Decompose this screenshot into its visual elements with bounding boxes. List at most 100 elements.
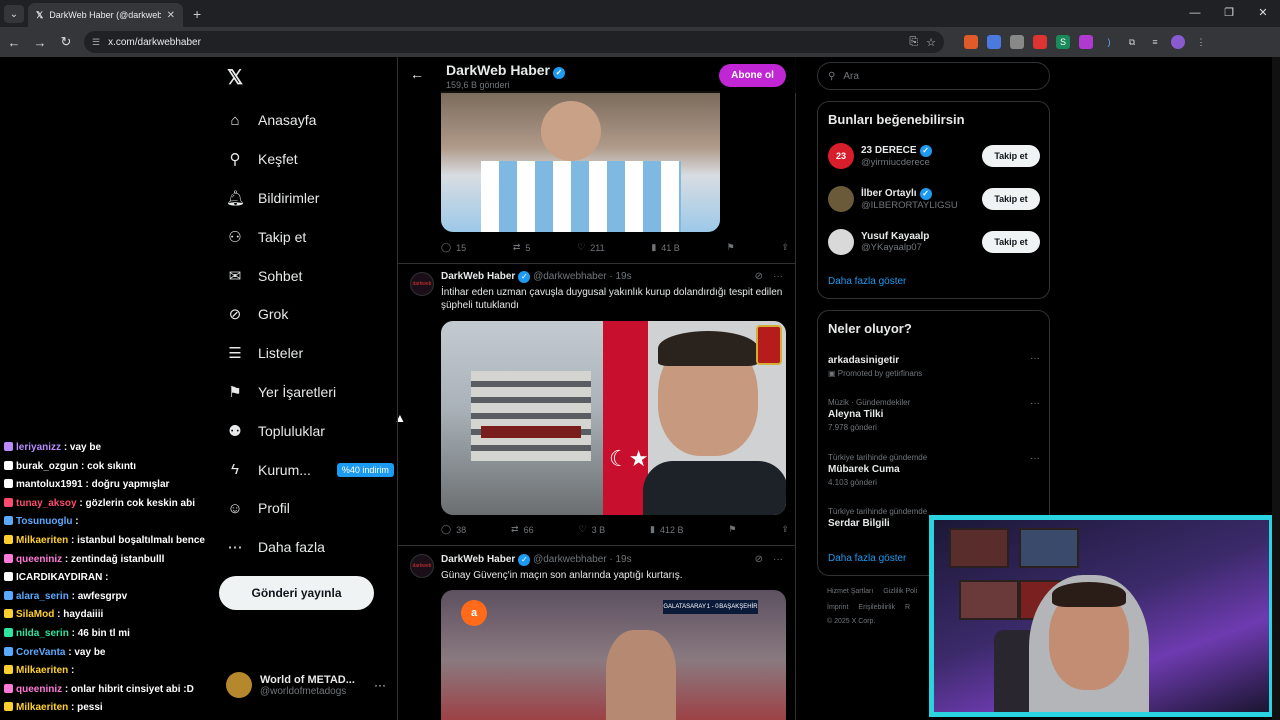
more-dots-icon[interactable]: ··· — [1030, 453, 1040, 464]
trend-item[interactable]: Müzik · Gündemdekiler Aleyna Tilki 7.978… — [828, 398, 1040, 432]
extension-icon[interactable] — [964, 35, 978, 49]
chat-username[interactable]: CoreVanta — [16, 647, 65, 658]
footer-link[interactable]: R — [905, 604, 910, 611]
chat-username[interactable]: nilda_serin — [16, 628, 69, 639]
author-handle[interactable]: @darkwebhaber — [533, 554, 607, 565]
chat-username[interactable]: Milkaeriten — [16, 665, 68, 676]
reply-button[interactable]: ◯ 15 — [441, 242, 466, 253]
nav-item-grok[interactable]: ⊘ Grok — [226, 295, 394, 334]
forward-icon[interactable]: → — [32, 35, 48, 50]
author-handle[interactable]: @darkwebhaber — [533, 271, 607, 282]
tweet-time[interactable]: · 19s — [609, 554, 631, 565]
show-more-link[interactable]: Daha fazla göster — [828, 276, 906, 287]
nav-item-lists[interactable]: ☰ Listeler — [226, 334, 394, 373]
trend-item[interactable]: Türkiye tarihinde gündemde Mübarek Cuma … — [828, 453, 1040, 487]
more-dots-icon[interactable]: ··· — [1030, 398, 1040, 409]
page-scrollbar[interactable] — [1272, 57, 1280, 720]
subscribe-button[interactable]: Abone ol — [719, 64, 786, 87]
reload-icon[interactable]: ↻ — [58, 34, 74, 50]
nav-item-messages[interactable]: ✉ Sohbet — [226, 256, 394, 295]
extension-icon[interactable]: ) — [1102, 35, 1116, 49]
puzzle-icon[interactable]: ⧉ — [1125, 35, 1139, 49]
more-dots-icon[interactable]: ··· — [773, 271, 783, 282]
site-info-icon[interactable]: ☰ — [92, 37, 100, 48]
extension-icon[interactable] — [987, 35, 1001, 49]
suggestion-item[interactable]: Yusuf Kayaalp @YKayaalp07 Takip et — [828, 224, 1040, 260]
retweet-button[interactable]: ⇄ 66 — [511, 524, 534, 535]
chat-username[interactable]: queeniniz — [16, 684, 62, 695]
chat-username[interactable]: burak_ozgun — [16, 461, 78, 472]
suggestion-item[interactable]: 23 23 DERECE ✓ @yirmiucderece Takip et — [828, 138, 1040, 174]
extension-icon[interactable] — [1079, 35, 1093, 49]
suggestion-item[interactable]: İlber Ortaylı ✓ @ILBERORTAYLIGSU Takip et — [828, 181, 1040, 217]
omnibox[interactable]: ☰ x.com/darkwebhaber ⎘ ☆ — [84, 31, 944, 53]
follow-button[interactable]: Takip et — [982, 145, 1040, 167]
reading-list-icon[interactable]: ≡ — [1148, 35, 1162, 49]
chat-username[interactable]: leriyanizz — [16, 442, 61, 453]
follow-button[interactable]: Takip et — [982, 188, 1040, 210]
bookmark-button[interactable]: ⚑ — [727, 242, 735, 253]
views-button[interactable]: ▮ 41 B — [651, 242, 679, 253]
more-dots-icon[interactable]: ··· — [773, 554, 783, 565]
like-button[interactable]: ♡ 3 B — [579, 524, 606, 535]
chat-username[interactable]: alara_serin — [16, 591, 69, 602]
nav-item-explore[interactable]: ⚲ Keşfet — [226, 140, 394, 179]
more-dots-icon[interactable]: ··· — [1030, 353, 1040, 364]
chat-username[interactable]: queeniniz — [16, 554, 62, 565]
close-tab-icon[interactable]: ✕ — [167, 10, 175, 21]
extension-icon[interactable] — [1010, 35, 1024, 49]
author-name[interactable]: DarkWeb Haber — [441, 554, 515, 565]
tweet-video[interactable]: a GALATASARAY 1 - 0 BAŞAKŞEHİR — [441, 590, 786, 720]
reply-button[interactable]: ◯ 38 — [441, 524, 466, 535]
share-button[interactable]: ⇪ — [781, 242, 789, 253]
new-tab-button[interactable]: + — [193, 6, 201, 22]
star-icon[interactable]: ☆ — [926, 36, 936, 49]
nav-item-more[interactable]: ⋯ Daha fazla — [226, 528, 394, 567]
install-icon[interactable]: ⎘ — [909, 36, 918, 49]
footer-link[interactable]: İmprint — [827, 604, 848, 611]
chat-username[interactable]: Milkaeriten — [16, 535, 68, 546]
chat-username[interactable]: SilaMod — [16, 609, 54, 620]
nav-item-home[interactable]: ⌂ Anasayfa — [226, 101, 394, 140]
chat-username[interactable]: tunay_aksoy — [16, 498, 77, 509]
tab-search-button[interactable]: ⌄ — [4, 5, 24, 23]
chat-username[interactable]: mantolux1991 — [16, 479, 83, 490]
browser-tab[interactable]: 𝕏 DarkWeb Haber (@darkwebhaber) / X ✕ — [28, 3, 183, 27]
nav-item-notifications[interactable]: 🔔︎ Bildirimler — [226, 179, 394, 218]
post-button[interactable]: Gönderi yayınla — [219, 576, 374, 610]
chat-username[interactable]: Milkaeriten — [16, 702, 68, 713]
chat-username[interactable]: ICARDIKAYDIRAN — [16, 572, 102, 583]
show-more-link[interactable]: Daha fazla göster — [828, 553, 906, 564]
share-button[interactable]: ⇪ — [781, 524, 789, 535]
retweet-button[interactable]: ⇄ 5 — [513, 242, 531, 253]
grok-icon[interactable]: ⊘ — [755, 271, 763, 282]
footer-link[interactable]: Hizmet Şartları — [827, 588, 873, 595]
profile-avatar-icon[interactable] — [1171, 35, 1185, 49]
follow-button[interactable]: Takip et — [982, 231, 1040, 253]
avatar[interactable]: darkweb — [410, 554, 434, 578]
nav-item-organizations[interactable]: ϟ Kurum... %40 indirim — [226, 450, 394, 489]
account-switcher[interactable]: World of METAD... @worldofmetadogs ··· — [226, 672, 386, 698]
search-input[interactable]: ⚲ Ara — [817, 62, 1050, 90]
back-icon[interactable]: ← — [6, 35, 22, 50]
nav-item-follow[interactable]: ⚇ Takip et — [226, 217, 394, 256]
tweet-image[interactable] — [441, 91, 720, 232]
extension-icon[interactable] — [1033, 35, 1047, 49]
close-window-icon[interactable]: ✕ — [1246, 0, 1280, 27]
bookmark-button[interactable]: ⚑ — [728, 524, 736, 535]
footer-link[interactable]: Gizlilik Poli — [883, 588, 917, 595]
author-name[interactable]: DarkWeb Haber — [441, 271, 515, 282]
footer-link[interactable]: Erişilebilirlik — [858, 604, 895, 611]
like-button[interactable]: ♡ 211 — [577, 242, 604, 253]
grok-icon[interactable]: ⊘ — [755, 554, 763, 565]
nav-item-bookmarks[interactable]: ⚑ Yer İşaretleri — [226, 373, 394, 412]
trend-item[interactable]: arkadasinigetir ▣ Promoted by getirfinan… — [828, 353, 1040, 378]
more-dots-icon[interactable]: ··· — [374, 678, 386, 692]
avatar[interactable]: darkweb — [410, 272, 434, 296]
maximize-icon[interactable]: ❐ — [1212, 0, 1246, 27]
tweet-time[interactable]: · 19s — [609, 271, 631, 282]
back-arrow-icon[interactable]: ← — [410, 66, 424, 82]
menu-dots-icon[interactable]: ⋮ — [1194, 35, 1208, 49]
url-text[interactable]: x.com/darkwebhaber — [108, 37, 901, 48]
extension-icon[interactable]: S — [1056, 35, 1070, 49]
